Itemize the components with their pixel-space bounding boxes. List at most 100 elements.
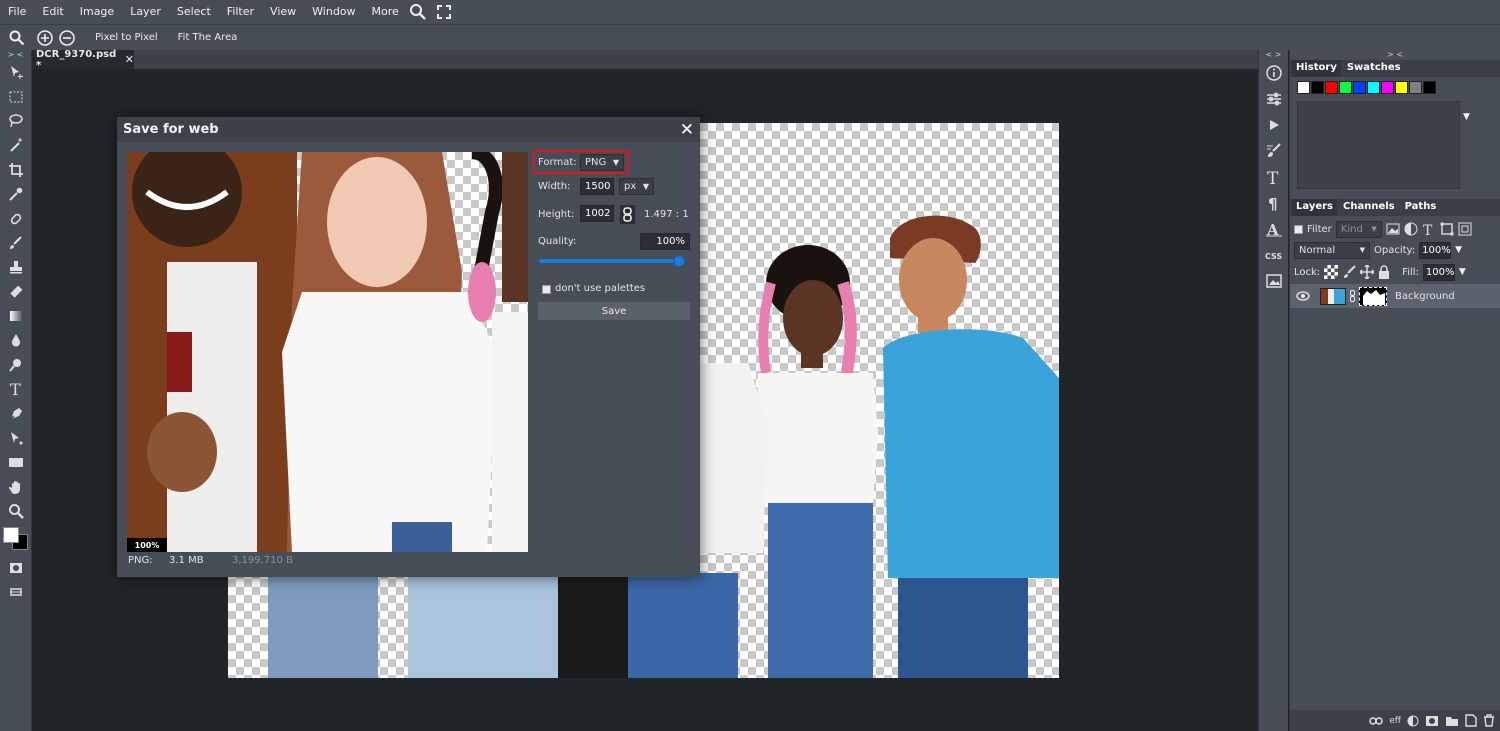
panels-collapse-toggle[interactable]: > <: [1290, 50, 1500, 60]
toolbar-collapse-toggle[interactable]: > <: [0, 50, 31, 60]
paragraph-icon[interactable]: ¶: [1259, 190, 1288, 216]
menu-window[interactable]: Window: [304, 0, 363, 24]
color-swatch[interactable]: [1395, 81, 1408, 94]
adjustments-icon[interactable]: [1259, 86, 1288, 112]
layer-mask-icon[interactable]: [1425, 715, 1439, 727]
link-layers-icon[interactable]: [1369, 716, 1383, 726]
palette-checkbox[interactable]: [542, 285, 551, 294]
color-swatch[interactable]: [1339, 81, 1352, 94]
move-tool-icon[interactable]: [0, 60, 32, 84]
height-field[interactable]: 1002: [580, 205, 614, 222]
css-icon[interactable]: CSS: [1259, 242, 1288, 268]
menu-file[interactable]: File: [0, 0, 34, 24]
adjustment-layer-icon[interactable]: [1407, 715, 1419, 727]
color-swatch[interactable]: [1325, 81, 1338, 94]
color-swatch[interactable]: [1353, 81, 1366, 94]
filter-adjust-icon[interactable]: [1404, 222, 1418, 236]
quality-slider-handle[interactable]: [673, 255, 685, 267]
path-select-icon[interactable]: [0, 426, 32, 450]
menu-filter[interactable]: Filter: [219, 0, 262, 24]
screen-mode-icon[interactable]: [0, 580, 32, 604]
healing-brush-icon[interactable]: [0, 206, 32, 230]
stamp-tool-icon[interactable]: [0, 255, 32, 279]
menu-image[interactable]: Image: [72, 0, 122, 24]
actions-play-icon[interactable]: [1259, 112, 1288, 138]
rectangle-tool-icon[interactable]: [0, 450, 32, 474]
blend-mode-select[interactable]: Normal ▼: [1294, 241, 1370, 259]
zoom-tool-button-icon[interactable]: [0, 499, 32, 523]
dodge-tool-icon[interactable]: [0, 353, 32, 377]
lasso-tool-icon[interactable]: [0, 109, 32, 133]
menu-layer[interactable]: Layer: [122, 0, 169, 24]
fill-field[interactable]: 100%: [1422, 263, 1455, 281]
new-group-icon[interactable]: [1445, 715, 1459, 727]
tab-channels[interactable]: Channels: [1339, 199, 1399, 216]
menu-edit[interactable]: Edit: [34, 0, 71, 24]
blur-tool-icon[interactable]: [0, 328, 32, 352]
icon-column-toggle[interactable]: < >: [1259, 50, 1288, 60]
search-icon[interactable]: [409, 3, 427, 21]
color-swatch[interactable]: [1297, 81, 1310, 94]
zoom-out-icon[interactable]: [59, 29, 75, 46]
format-select[interactable]: PNG ▼: [580, 154, 624, 171]
crop-tool-icon[interactable]: [0, 158, 32, 182]
filter-checkbox[interactable]: [1294, 224, 1303, 234]
width-field[interactable]: 1500: [580, 178, 614, 195]
pen-tool-icon[interactable]: [0, 401, 32, 425]
chain-link-icon[interactable]: [620, 205, 635, 224]
lock-all-icon[interactable]: [1378, 265, 1390, 279]
filter-shape-icon[interactable]: [1440, 222, 1454, 236]
menu-select[interactable]: Select: [169, 0, 219, 24]
close-tab-icon[interactable]: ✕: [125, 53, 134, 66]
quality-slider[interactable]: [539, 255, 685, 267]
menu-view[interactable]: View: [262, 0, 304, 24]
brush-tool-icon[interactable]: [0, 231, 32, 255]
color-swatch[interactable]: [1423, 81, 1436, 94]
gradient-tool-icon[interactable]: [0, 304, 32, 328]
new-layer-icon[interactable]: [1465, 714, 1477, 727]
quick-mask-icon[interactable]: [0, 555, 32, 579]
glyphs-icon[interactable]: A: [1259, 216, 1288, 242]
menu-more[interactable]: More: [364, 0, 407, 24]
eyedropper-icon[interactable]: [0, 182, 32, 206]
swatch-menu-icon[interactable]: ▼: [1463, 112, 1470, 122]
fill-dropdown-icon[interactable]: ▼: [1459, 267, 1466, 277]
magic-wand-icon[interactable]: [0, 133, 32, 157]
image-panel-icon[interactable]: [1259, 268, 1288, 294]
filter-smart-icon[interactable]: [1458, 222, 1472, 236]
tab-swatches[interactable]: Swatches: [1343, 60, 1405, 77]
tab-layers[interactable]: Layers: [1292, 199, 1337, 216]
tab-paths[interactable]: Paths: [1401, 199, 1441, 216]
hand-tool-icon[interactable]: [0, 475, 32, 499]
color-swatch[interactable]: [1311, 81, 1324, 94]
type-tool-icon[interactable]: T: [0, 377, 32, 401]
opacity-dropdown-icon[interactable]: ▼: [1455, 245, 1462, 255]
tab-history[interactable]: History: [1292, 60, 1341, 77]
dialog-title-bar[interactable]: Save for web ✕: [117, 117, 700, 142]
lock-transparency-icon[interactable]: [1324, 265, 1339, 279]
marquee-tool-icon[interactable]: [0, 84, 32, 108]
character-icon[interactable]: T: [1259, 164, 1288, 190]
info-icon[interactable]: [1259, 60, 1288, 86]
close-icon[interactable]: ✕: [680, 120, 694, 140]
layer-row[interactable]: Background: [1290, 284, 1500, 308]
color-swatch[interactable]: [1409, 81, 1422, 94]
filter-image-icon[interactable]: [1386, 223, 1400, 235]
quality-field[interactable]: 100%: [640, 233, 690, 250]
image-preview[interactable]: 100%: [127, 152, 528, 552]
filter-type-icon[interactable]: T: [1422, 222, 1436, 236]
kind-select[interactable]: Kind ▼: [1335, 220, 1382, 238]
fullscreen-icon[interactable]: [436, 5, 451, 19]
eraser-tool-icon[interactable]: [0, 280, 32, 304]
layer-effects-button[interactable]: eff: [1389, 716, 1401, 726]
unit-select[interactable]: px ▼: [619, 178, 654, 195]
fit-the-area-button[interactable]: Fit The Area: [178, 32, 238, 43]
color-swatches-icon[interactable]: [0, 525, 31, 555]
history-list[interactable]: [1297, 101, 1460, 189]
zoom-in-icon[interactable]: [37, 29, 53, 46]
lock-paint-icon[interactable]: [1342, 265, 1356, 279]
delete-layer-icon[interactable]: [1483, 714, 1495, 727]
color-swatch[interactable]: [1381, 81, 1394, 94]
document-tab[interactable]: DCR_9370.psd * ✕: [32, 49, 134, 71]
visibility-eye-icon[interactable]: [1296, 291, 1310, 301]
